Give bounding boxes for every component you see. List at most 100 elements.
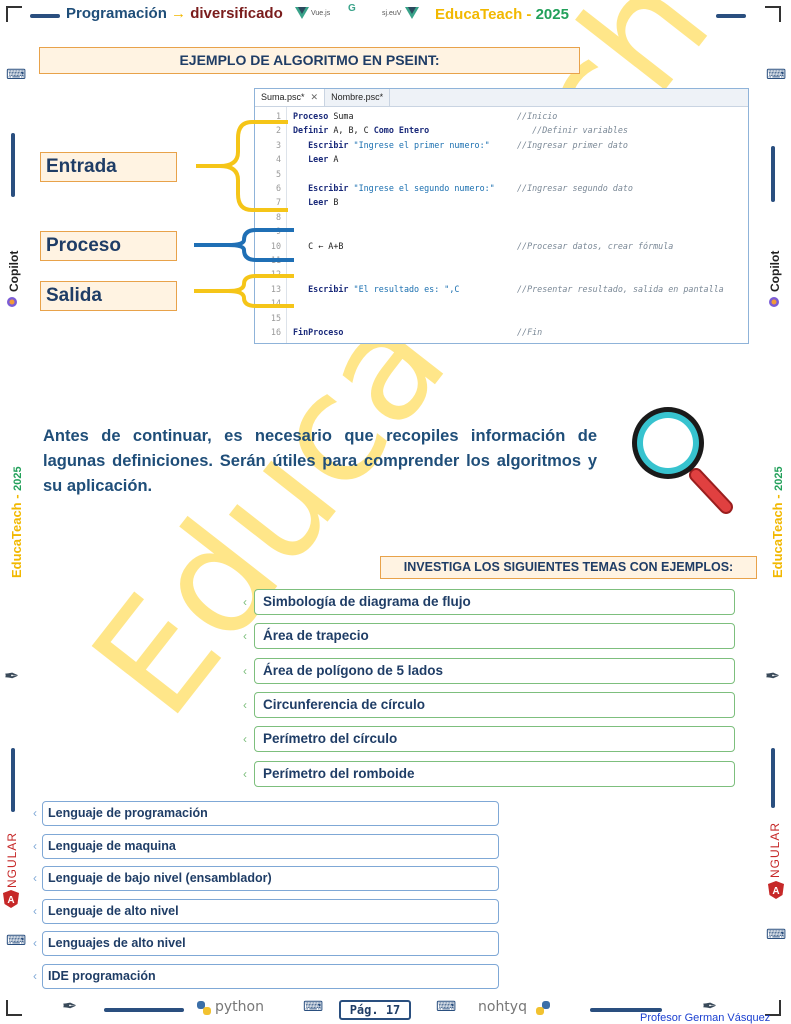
angular-icon: A [3, 890, 19, 913]
code-comment: //Fin [517, 327, 543, 337]
code-kw1: Escribir [308, 139, 349, 150]
chevron-left-icon: ‹ [33, 969, 37, 983]
code-line: 10 C ← A+B//Procesar datos, crear fórmul… [255, 239, 750, 253]
chevron-left-icon: ‹ [33, 806, 37, 820]
code-line: 7 Leer B [255, 195, 750, 209]
code-text: Escribir "Ingrese el segundo numero:" [293, 181, 495, 195]
code-text: Escribir "El resultado es: ",C [293, 282, 459, 296]
header-bar-right [716, 14, 746, 18]
chevron-left-icon: ‹ [33, 871, 37, 886]
editor-tabs: Suma.psc* ✕ Nombre.psc* [255, 89, 748, 107]
corner-mark [6, 6, 22, 22]
code-line: 15 [255, 311, 750, 325]
code-comment: //Inicio [517, 111, 558, 121]
section-title: EJEMPLO DE ALGORITMO EN PSEINT: [39, 47, 580, 74]
proceso-bracket [194, 228, 294, 262]
side-bar [11, 748, 15, 812]
salida-label: Salida [40, 281, 177, 311]
vue-icon-mirror [405, 6, 419, 24]
side-brand-text: EducaTeach - [9, 494, 24, 578]
header-title-part2: diversificado [190, 5, 283, 22]
code-line: 1 Proceso Suma//Inicio [255, 109, 750, 123]
code-comment: //Presentar resultado, salida en pantall… [517, 283, 724, 294]
side-brand: EducaTeach - 2025 [9, 466, 24, 578]
header-brand-year: 2025 [535, 6, 569, 23]
page-number: Pág. 17 [339, 1000, 411, 1020]
footer-credit: Profesor German Vásquez [640, 1012, 771, 1024]
topic-item: Simbología de diagrama de flujo [254, 589, 735, 615]
chevron-left-icon: ‹ [243, 732, 247, 747]
computer-icon: ⌨ [766, 926, 787, 942]
salida-bracket [194, 274, 294, 308]
code-kw1: Escribir [308, 183, 349, 193]
chevron-left-icon: ‹ [243, 697, 247, 712]
code-line: 6 Escribir "Ingrese el segundo numero:" /… [255, 181, 750, 195]
chevron-left-icon: ‹ [243, 595, 247, 609]
chevron-left-icon: ‹ [33, 838, 37, 853]
code-txt: C ← A+B [308, 240, 344, 251]
side-bar [771, 748, 775, 808]
header-title: Programación → diversificado [66, 5, 283, 22]
code-line: 5 [255, 167, 750, 181]
close-icon[interactable]: ✕ [311, 92, 319, 102]
angular-icon: A [768, 881, 784, 904]
tab-label: Nombre.psc* [331, 92, 384, 102]
code-line: 8 [255, 210, 750, 224]
code-kw2: Como Entero [373, 125, 430, 136]
computer-icon: ⌨ [6, 932, 27, 948]
header-brand: EducaTeach - 2025 [435, 6, 569, 23]
code-text: Proceso Suma [293, 109, 354, 123]
tab-nombre[interactable]: Nombre.psc* [325, 89, 391, 106]
tab-label: Suma.psc* [261, 92, 305, 102]
copilot-label: Copilot [7, 250, 21, 292]
pen-nib-icon: ✒ [62, 996, 78, 1016]
side-bar [771, 146, 775, 202]
python-icon [535, 1000, 551, 1021]
code-line: 11 [255, 253, 750, 267]
topic-item: Lenguaje de bajo nivel (ensamblador) [42, 866, 499, 892]
code-comment: //Procesar datos, crear fórmula [517, 240, 674, 251]
proceso-label: Proceso [40, 231, 177, 261]
code-txt: B [328, 197, 339, 208]
magnifier-icon [632, 407, 733, 514]
line-number: 16 [270, 327, 281, 337]
topic-item: Lenguajes de alto nivel [42, 931, 499, 957]
copilot-label: Copilot [768, 250, 782, 292]
code-text: Escribir "Ingrese el primer numero:" [293, 138, 490, 152]
code-line: 16 FinProceso //Fin [255, 325, 750, 339]
code-text: C ← A+B [293, 239, 343, 253]
side-brand-text: EducaTeach - [770, 494, 785, 578]
copilot-icon [6, 295, 18, 313]
python-label: python [215, 999, 264, 1015]
code-line: 2 Definir A, B, C Como Entero //Definir v… [255, 123, 750, 137]
topic-item: Lenguaje de alto nivel [42, 898, 499, 924]
code-comment: //Definir variables [517, 125, 628, 136]
tab-suma[interactable]: Suma.psc* ✕ [255, 89, 326, 106]
code-line: 9 [255, 224, 750, 238]
code-str: "El resultado es: ",C [348, 283, 460, 294]
code-line: 3 Escribir "Ingrese el primer numero:"//… [255, 138, 750, 152]
angular-label: NGULAR [768, 821, 782, 878]
chevron-left-icon: ‹ [33, 936, 37, 951]
entrada-bracket [196, 120, 288, 212]
vue-mirror-label: sj.euV [382, 10, 402, 17]
intro-paragraph: Antes de continuar, es necesario que rec… [43, 427, 597, 495]
side-brand-year: 2025 [773, 466, 785, 491]
code-line: 14 [255, 296, 750, 310]
topic-item: IDE programación [42, 964, 499, 989]
code-str: "Ingrese el segundo numero:" [348, 183, 495, 193]
code-kw1: Leer [308, 154, 329, 165]
code-line: 13 Escribir "El resultado es: ",C//Prese… [255, 282, 750, 296]
vue-label: Vue.js [311, 10, 331, 17]
angular-label: NGULAR [5, 831, 19, 888]
chevron-left-icon: ‹ [243, 663, 247, 678]
code-txt: Suma [328, 111, 354, 121]
topic-item: Lenguaje de programación [42, 801, 499, 826]
topic-item: Área de polígono de 5 lados [254, 657, 735, 684]
computer-icon: ⌨ [6, 66, 27, 82]
arrow-icon: → [171, 5, 187, 22]
code-comment: //Ingresar segundo dato [517, 183, 633, 193]
bracket-connectors [194, 120, 294, 308]
header-bar-left [30, 14, 60, 18]
header-title-part1: Programación [66, 5, 167, 22]
